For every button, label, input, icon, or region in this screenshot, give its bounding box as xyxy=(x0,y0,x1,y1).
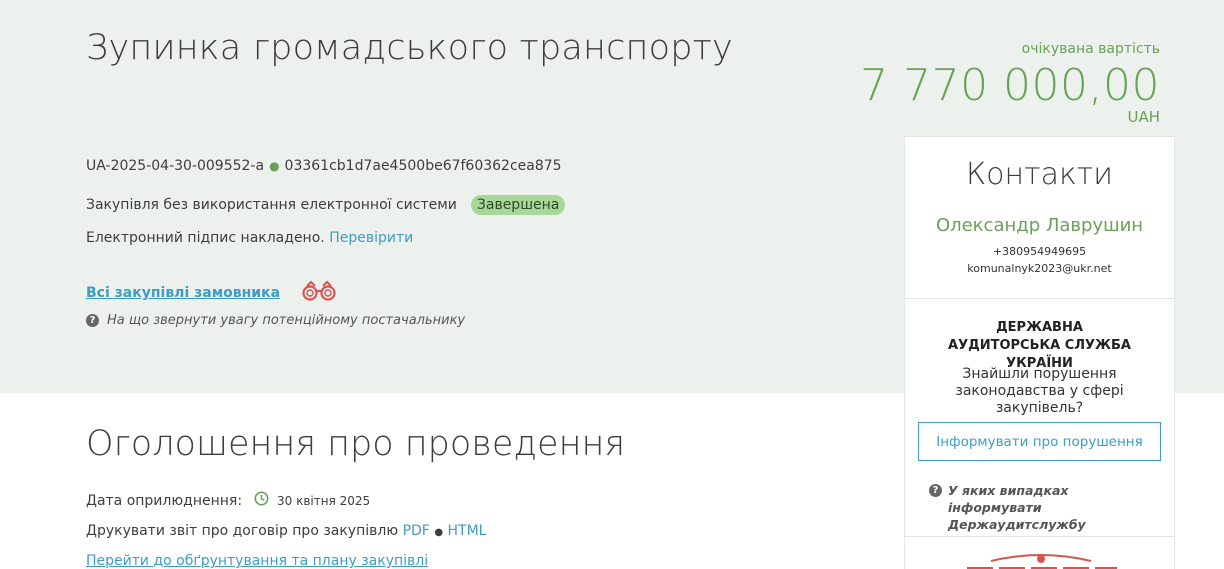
buyer-row: Всі закупівлі замовника xyxy=(86,280,340,306)
separator-dot: ● xyxy=(434,527,444,538)
clock-icon xyxy=(254,491,269,510)
contacts-heading: Контакти xyxy=(965,157,1114,192)
publication-date: 30 квітня 2025 xyxy=(277,493,371,508)
print-report-text: Друкувати звіт про договір про закупівлю xyxy=(86,523,399,539)
supplier-hint-row[interactable]: ? На що звернути увагу потенційному пост… xyxy=(86,313,465,328)
currency: UAH xyxy=(1127,108,1160,126)
contact-phone[interactable]: +380954949695 xyxy=(905,245,1174,258)
signature-row: Електронний підпис накладено. Перевірити xyxy=(86,230,413,246)
procurement-method: Закупівля без використання електронної с… xyxy=(86,197,457,213)
verify-signature-link[interactable]: Перевірити xyxy=(329,230,413,246)
announcement-heading: Оголошення про проведення xyxy=(86,424,626,464)
html-link[interactable]: HTML xyxy=(448,523,487,539)
expected-value: 7 770 000,00 xyxy=(860,60,1160,111)
publication-date-row: Дата оприлюднення: 30 квітня 2025 xyxy=(86,491,370,510)
status-badge: Завершена xyxy=(470,195,566,215)
contact-name: Олександр Лаврушин xyxy=(935,215,1144,236)
divider xyxy=(905,298,1174,299)
audit-service-question: Знайшли порушення законодавства у сфері … xyxy=(955,366,1124,416)
publication-date-label: Дата оприлюднення: xyxy=(86,492,243,509)
report-violation-button[interactable]: Інформувати про порушення xyxy=(918,422,1161,461)
binoculars-icon[interactable] xyxy=(298,280,340,306)
supplier-hint[interactable]: На що звернути увагу потенційному постач… xyxy=(107,313,465,328)
partner-logo[interactable] xyxy=(961,553,1121,569)
contacts-panel: Контакти Олександр Лаврушин +38095494969… xyxy=(904,136,1175,569)
tender-hash: 03361cb1d7ae4500be67f60362cea875 xyxy=(284,158,562,174)
print-report-row: Друкувати звіт про договір про закупівлю… xyxy=(86,523,486,539)
audit-service-title: ДЕРЖАВНА АУДИТОРСЬКА СЛУЖБА УКРАЇНИ xyxy=(948,320,1131,371)
procurement-method-row: Закупівля без використання електронної с… xyxy=(86,195,566,215)
contact-email[interactable]: komunalnyk2023@ukr.net xyxy=(905,262,1174,275)
expected-value-label: очікувана вартість xyxy=(1021,41,1160,57)
all-buyer-tenders-link[interactable]: Всі закупівлі замовника xyxy=(86,285,280,301)
tender-id-row: UA-2025-04-30-009552-a ● 03361cb1d7ae450… xyxy=(86,158,562,174)
tender-id: UA-2025-04-30-009552-a xyxy=(86,158,265,174)
divider xyxy=(905,536,1174,537)
inform-hint[interactable]: У яких випадках інформувати Держаудитслу… xyxy=(948,482,1148,533)
signature-text: Електронний підпис накладено. xyxy=(86,230,325,246)
procurement-plan-link[interactable]: Перейти до обґрунтування та плану закупі… xyxy=(86,553,428,569)
question-circle-icon: ? xyxy=(929,484,942,497)
separator-dot: ● xyxy=(269,159,280,173)
question-circle-icon: ? xyxy=(86,314,99,327)
tender-title: Зупинка громадського транспорту xyxy=(86,28,733,68)
inform-hint-row[interactable]: ? У яких випадках інформувати Держаудитс… xyxy=(929,482,1148,533)
pdf-link[interactable]: PDF xyxy=(403,523,430,539)
